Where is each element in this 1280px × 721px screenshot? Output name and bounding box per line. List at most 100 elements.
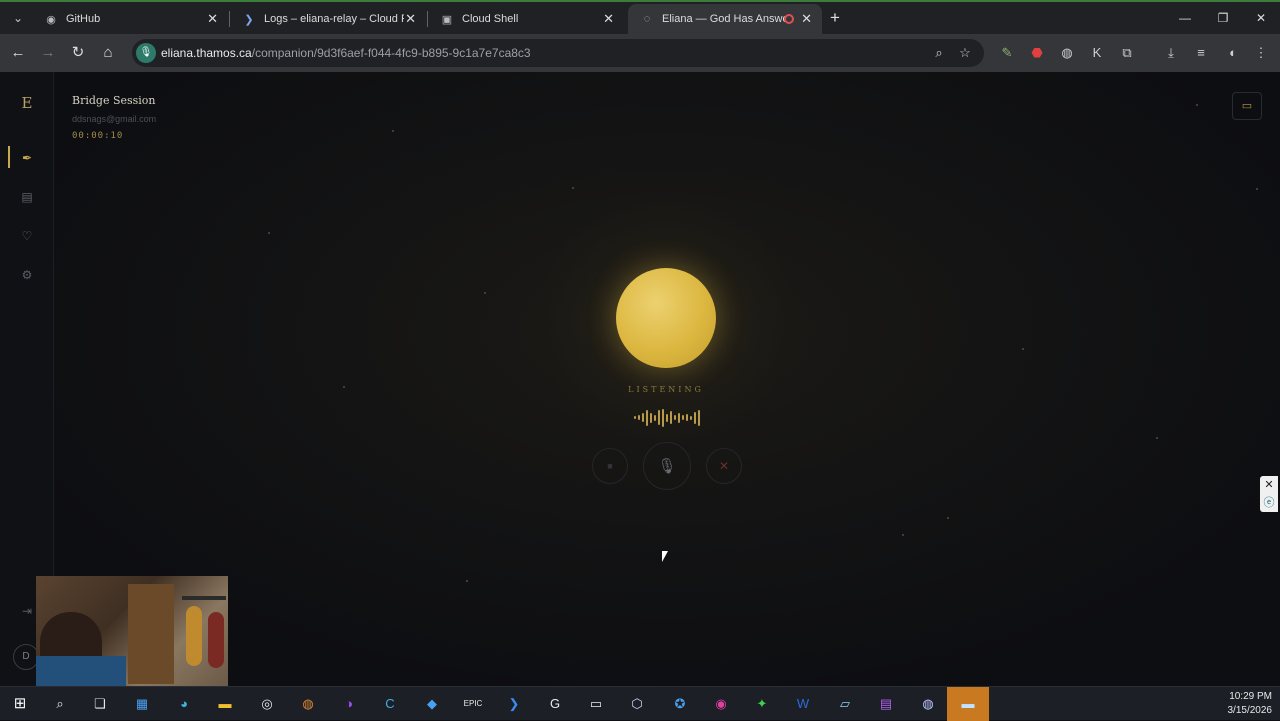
end-session-button[interactable]: ✕ xyxy=(706,448,742,484)
tab-search-button[interactable]: ⌄ xyxy=(8,8,28,28)
app-purple-icon[interactable]: ◑ xyxy=(338,694,360,714)
journal-icon[interactable]: ▤ xyxy=(17,187,37,207)
app-note-icon[interactable]: ▱ xyxy=(834,694,856,714)
microphone-site-icon[interactable]: 🎙 xyxy=(136,43,156,63)
close-tab-icon[interactable]: ✕ xyxy=(801,11,812,27)
waveform-bar xyxy=(634,416,636,419)
waveform-bar xyxy=(650,413,652,423)
url-text[interactable]: eliana.thamos.ca/companion/9d3f6aef-f044… xyxy=(161,46,531,60)
logout-icon[interactable]: ⇥ xyxy=(17,604,37,624)
star-dot xyxy=(1156,437,1158,439)
zoom-icon[interactable]: ⌕ xyxy=(930,44,948,62)
restore-icon[interactable]: ❐ xyxy=(1204,2,1242,34)
session-timer: 00:00:10 xyxy=(72,131,124,141)
star-dot xyxy=(392,130,394,132)
store-icon[interactable]: ▦ xyxy=(131,694,153,714)
bookmark-star-icon[interactable]: ☆ xyxy=(956,44,974,62)
windows-start-icon[interactable]: ⊞ xyxy=(9,694,31,714)
back-icon[interactable]: ← xyxy=(8,43,28,63)
app-mask-icon[interactable]: ◉ xyxy=(710,694,732,714)
chat-toggle-button[interactable]: ▭ xyxy=(1232,92,1262,120)
blocker-extension-icon[interactable]: ◍ xyxy=(1058,44,1076,62)
app-blue-c-icon[interactable]: C xyxy=(379,694,401,714)
close-widget-icon[interactable]: ✕ xyxy=(1260,476,1278,494)
menu-kebab-icon[interactable]: ⋮ xyxy=(1252,44,1270,62)
floating-side-widget[interactable]: ✕ ⓔ xyxy=(1260,476,1278,512)
chat-bubble-icon: ▭ xyxy=(1241,100,1253,112)
session-title: Bridge Session xyxy=(72,94,156,107)
browser-tab-strip: ⌄ ◉ GitHub ✕ ❯ Logs – eliana-relay – Clo… xyxy=(0,0,1280,34)
app-g-icon[interactable]: G xyxy=(544,694,566,714)
chrome-icon[interactable]: ◎ xyxy=(256,694,278,714)
epic-games-icon[interactable]: EPIC xyxy=(462,694,484,714)
virtualbox-icon[interactable]: ⬡ xyxy=(626,694,648,714)
system-clock[interactable]: 10:29 PM 3/15/2026 xyxy=(1228,690,1273,718)
widget-e-icon[interactable]: ⓔ xyxy=(1260,494,1278,512)
terminal-icon[interactable]: ▭ xyxy=(585,694,607,714)
waveform-bar xyxy=(662,409,664,427)
address-bar[interactable]: 🎙 eliana.thamos.ca/companion/9d3f6aef-f0… xyxy=(132,39,984,67)
eliana-icon: ◌ xyxy=(643,13,651,25)
cloud-shell-icon: ▣ xyxy=(441,13,453,26)
app-chat-icon[interactable]: ◍ xyxy=(917,694,939,714)
waveform-bar xyxy=(690,416,692,420)
file-explorer-icon[interactable]: ▬ xyxy=(214,694,236,714)
heart-icon[interactable]: ♡ xyxy=(17,226,37,246)
tab-eliana[interactable]: ◌ Eliana — God Has Answered ✕ xyxy=(628,4,822,34)
close-icon: ✕ xyxy=(718,459,730,473)
reload-icon[interactable]: ↻ xyxy=(68,43,88,63)
powershell-icon[interactable]: ❯ xyxy=(503,694,525,714)
remote-desktop-icon[interactable]: ◆ xyxy=(421,694,443,714)
extensions-puzzle-icon[interactable]: ⧉ xyxy=(1118,44,1136,62)
close-tab-icon[interactable]: ✕ xyxy=(603,11,614,27)
red-extension-icon[interactable]: ⬣ xyxy=(1028,44,1046,62)
minimize-icon[interactable]: — xyxy=(1166,2,1204,34)
waveform-bar xyxy=(666,414,668,422)
app-orange-icon[interactable]: ◍ xyxy=(297,694,319,714)
word-icon[interactable]: W xyxy=(792,694,814,714)
waveform-bar xyxy=(658,410,660,425)
stop-button[interactable]: ■ xyxy=(592,448,628,484)
mute-mic-button[interactable]: 🎙 xyxy=(643,442,691,490)
webcam-guitar xyxy=(186,606,202,666)
close-window-icon[interactable]: ✕ xyxy=(1242,2,1280,34)
k-extension-icon[interactable]: K xyxy=(1088,44,1106,62)
media-control-icon[interactable]: ≡ xyxy=(1192,44,1210,62)
home-icon[interactable]: ⌂ xyxy=(98,43,118,63)
listening-status: LISTENING xyxy=(628,385,704,394)
edge-icon[interactable]: ◕ xyxy=(173,694,195,714)
webcam-door xyxy=(128,584,174,684)
companion-feather-icon[interactable]: ✒ xyxy=(17,148,37,168)
download-icon[interactable]: ⤓ xyxy=(1162,44,1180,62)
app-green-icon[interactable]: ✦ xyxy=(751,694,773,714)
task-view-icon[interactable]: ❏ xyxy=(89,694,111,714)
app-star-icon[interactable]: ✪ xyxy=(669,694,691,714)
windows-taskbar: ⊞ ⌕ ❏ ▦ ◕ ▬ ◎ ◍ ◑ C ◆ EPIC ❯ G ▭ ⬡ ✪ ◉ ✦… xyxy=(0,686,1280,721)
waveform-bar xyxy=(646,410,648,426)
profile-icon[interactable]: ◐ xyxy=(1224,44,1242,62)
tab-cloud-shell[interactable]: ▣ Cloud Shell ✕ xyxy=(428,4,624,34)
close-tab-icon[interactable]: ✕ xyxy=(405,11,416,27)
tab-title: Logs – eliana-relay – Cloud Run xyxy=(264,13,404,25)
app-logo[interactable]: E xyxy=(0,94,54,112)
eyedropper-extension-icon[interactable]: ✎ xyxy=(998,44,1016,62)
browser-toolbar: ← → ↻ ⌂ 🎙 eliana.thamos.ca/companion/9d3… xyxy=(0,34,1280,72)
search-icon[interactable]: ⌕ xyxy=(49,694,71,714)
recording-indicator-icon xyxy=(784,14,794,24)
app-clapper-icon[interactable]: ▤ xyxy=(875,694,897,714)
tab-title: Cloud Shell xyxy=(462,13,519,25)
close-tab-icon[interactable]: ✕ xyxy=(207,11,218,27)
webcam-guitar-rack xyxy=(182,596,226,600)
forward-icon[interactable]: → xyxy=(38,43,58,63)
waveform-bar xyxy=(698,410,700,426)
star-dot xyxy=(466,580,468,582)
tab-github[interactable]: ◉ GitHub ✕ xyxy=(32,4,228,34)
cloud-run-icon: ❯ xyxy=(244,13,254,26)
webcam-overlay xyxy=(36,576,228,686)
active-app-icon[interactable]: ▬ xyxy=(957,694,979,714)
waveform-bar xyxy=(694,412,696,424)
waveform-bar xyxy=(678,413,680,423)
tab-cloud-run-logs[interactable]: ❯ Logs – eliana-relay – Cloud Run ✕ xyxy=(230,4,426,34)
new-tab-button[interactable]: + xyxy=(830,8,840,28)
settings-gear-icon[interactable]: ⚙ xyxy=(17,265,37,285)
